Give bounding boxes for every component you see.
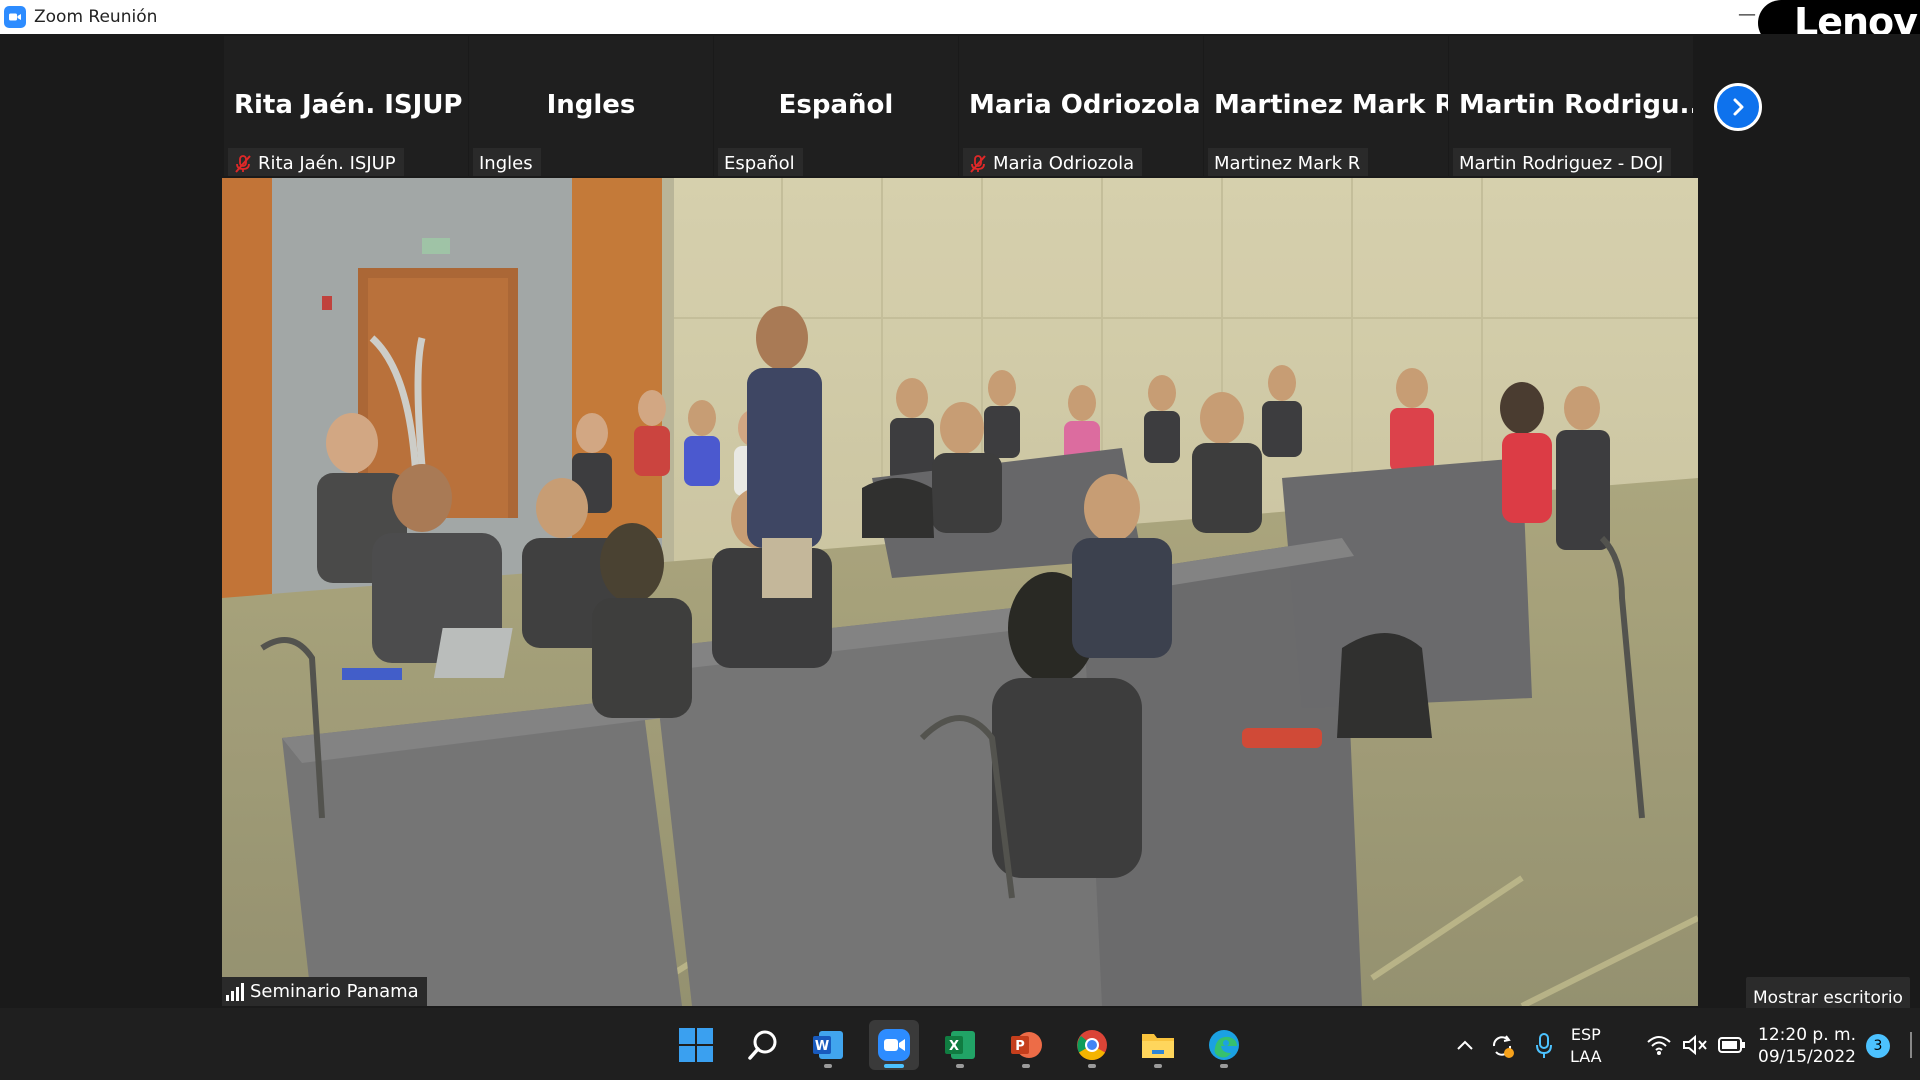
sync-icon[interactable] <box>1488 1032 1516 1060</box>
window-title-bar: Zoom Reunión — Lenov <box>0 0 1920 46</box>
participant-display-name: Español <box>778 90 894 120</box>
start-button[interactable] <box>671 1020 721 1070</box>
microphone-muted-icon <box>970 154 986 173</box>
word-icon: W <box>813 1031 843 1059</box>
show-desktop-edge[interactable] <box>1910 1032 1912 1058</box>
participant-display-name: Martin Rodrigu... <box>1459 90 1693 120</box>
search-icon <box>748 1030 777 1060</box>
window-title: Zoom Reunión <box>34 7 158 27</box>
chevron-right-icon <box>1733 98 1744 116</box>
participant-display-name: Martinez Mark R <box>1214 90 1448 120</box>
taskbar-edge[interactable] <box>1199 1020 1249 1070</box>
participant-label-text: Martinez Mark R <box>1214 153 1361 174</box>
gallery-strip: Rita Jaén. ISJUP Rita Jaén. ISJUP Ingles… <box>224 36 1694 176</box>
participant-name-label: Español <box>718 148 803 176</box>
taskbar-powerpoint[interactable]: P <box>1001 1020 1051 1070</box>
participant-display-name: Maria Odriozola <box>969 90 1201 120</box>
wifi-icon[interactable] <box>1646 1034 1672 1056</box>
participant-display-name: Rita Jaén. ISJUP <box>234 90 463 120</box>
system-clock[interactable]: 12:20 p. m. 09/15/2022 <box>1756 1024 1856 1068</box>
input-language[interactable]: ESP LAA <box>1570 1024 1602 1068</box>
svg-text:P: P <box>1015 1039 1025 1054</box>
participant-name-label: Rita Jaén. ISJUP <box>228 148 404 176</box>
search-button[interactable] <box>738 1020 788 1070</box>
windows-taskbar: W X P ESP LAA 12:20 p. m. 09/15/2022 3 <box>0 1008 1920 1080</box>
volume-muted-icon[interactable] <box>1682 1034 1708 1056</box>
clock-date: 09/15/2022 <box>1758 1047 1856 1067</box>
language-code: ESP <box>1570 1025 1601 1044</box>
svg-text:W: W <box>815 1039 829 1054</box>
participant-name-label: Martin Rodriguez - DOJ <box>1453 148 1672 176</box>
excel-icon: X <box>945 1031 975 1059</box>
chevron-up-icon[interactable] <box>1456 1038 1474 1052</box>
minimize-button[interactable]: — <box>1738 4 1756 25</box>
taskbar-zoom[interactable] <box>869 1020 919 1070</box>
main-video-feed[interactable] <box>222 178 1698 1006</box>
participant-name-label: Ingles <box>473 148 541 176</box>
participant-name-label: Maria Odriozola <box>963 148 1143 176</box>
participant-label-text: Español <box>724 153 795 174</box>
windows-logo-icon <box>679 1028 713 1062</box>
zoom-app-icon <box>4 6 26 28</box>
participant-label-text: Maria Odriozola <box>993 153 1135 174</box>
participant-tile[interactable]: Martinez Mark R Martinez Mark R <box>1204 36 1449 176</box>
notification-badge[interactable]: 3 <box>1866 1034 1890 1058</box>
participant-label-text: Rita Jaén. ISJUP <box>258 153 396 174</box>
microphone-icon[interactable] <box>1534 1032 1554 1060</box>
taskbar-word[interactable]: W <box>803 1020 853 1070</box>
participant-tile[interactable]: Rita Jaén. ISJUP Rita Jaén. ISJUP <box>224 36 469 176</box>
zoom-icon <box>878 1029 910 1061</box>
taskbar-chrome[interactable] <box>1067 1020 1117 1070</box>
taskbar-file-explorer[interactable] <box>1133 1020 1183 1070</box>
participant-label-text: Martin Rodriguez - DOJ <box>1459 153 1664 174</box>
folder-icon <box>1142 1034 1174 1058</box>
main-video-label-text: Seminario Panama <box>250 981 419 1002</box>
participant-label-text: Ingles <box>479 153 533 174</box>
participant-name-label: Martinez Mark R <box>1208 148 1369 176</box>
participant-display-name: Ingles <box>546 90 636 120</box>
conference-room-video <box>222 178 1698 1006</box>
taskbar-excel[interactable]: X <box>935 1020 985 1070</box>
participant-tile[interactable]: Maria Odriozola Maria Odriozola <box>959 36 1204 176</box>
participant-tile[interactable]: Español Español <box>714 36 959 176</box>
svg-text:X: X <box>949 1039 959 1054</box>
meeting-area: Rita Jaén. ISJUP Rita Jaén. ISJUP Ingles… <box>0 34 1920 1019</box>
powerpoint-icon: P <box>1011 1032 1042 1058</box>
battery-icon[interactable] <box>1718 1036 1746 1054</box>
keyboard-layout: LAA <box>1570 1047 1602 1066</box>
participant-tile[interactable]: Martin Rodrigu... Martin Rodriguez - DOJ <box>1449 36 1694 176</box>
chrome-icon <box>1077 1030 1107 1061</box>
clock-time: 12:20 p. m. <box>1758 1025 1856 1045</box>
edge-icon <box>1209 1030 1239 1060</box>
microphone-muted-icon <box>235 154 251 173</box>
participant-tile[interactable]: Ingles Ingles <box>469 36 714 176</box>
main-video-name-label: Seminario Panama <box>222 977 427 1006</box>
next-page-button[interactable] <box>1714 83 1762 131</box>
signal-bars-icon <box>226 982 244 1001</box>
